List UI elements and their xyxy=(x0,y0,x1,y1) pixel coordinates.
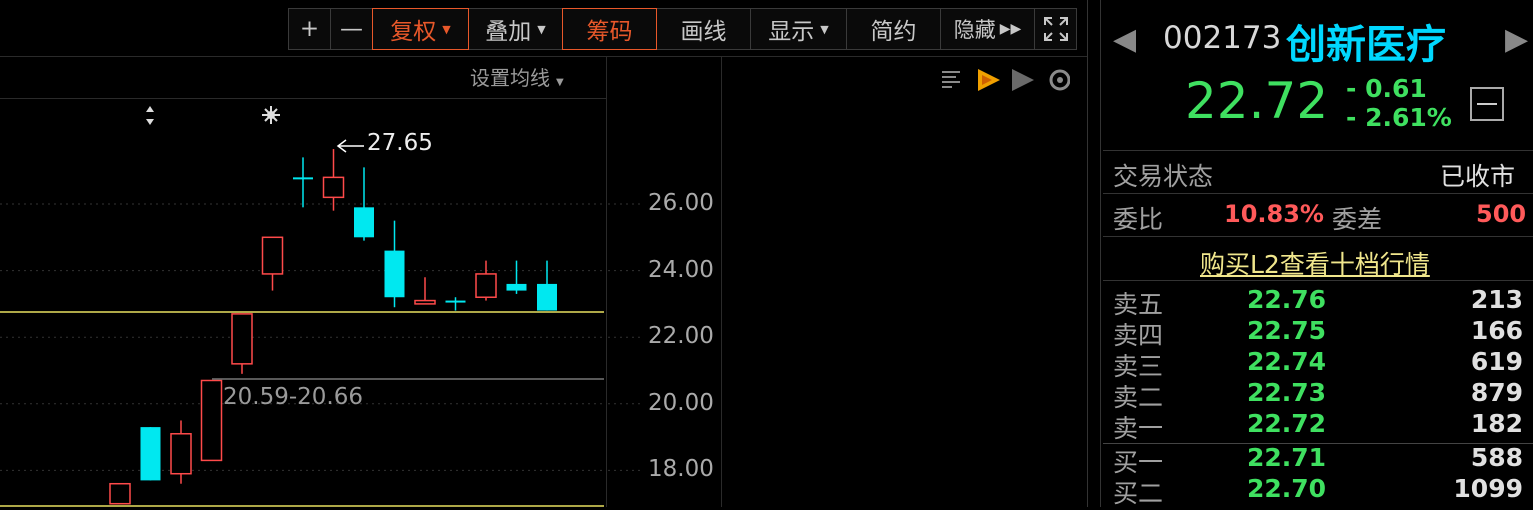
orderbook-price: 22.70 xyxy=(1247,474,1327,503)
fullscreen-button[interactable] xyxy=(1034,8,1077,50)
list-icon xyxy=(942,71,960,88)
l2-purchase-link[interactable]: 购买L2查看十档行情 xyxy=(1200,245,1430,281)
y-tick-label: 18.00 xyxy=(648,456,714,482)
fuquan-dropdown[interactable]: 复权 ▼ xyxy=(372,8,469,50)
sun-marker-icon xyxy=(262,106,280,124)
candles xyxy=(109,149,557,505)
chouma-button[interactable]: 筹码 xyxy=(562,8,657,50)
weibi-value: 10.83% xyxy=(1224,200,1324,228)
chevron-left-icon: ◀ xyxy=(1113,22,1137,57)
settings-gear-icon xyxy=(1049,69,1071,91)
double-right-icon: ▶▶ xyxy=(999,21,1022,37)
candle-body xyxy=(200,379,223,462)
chip-range-annotation: 20.59-20.66 xyxy=(223,384,363,410)
caret-down-icon: ▼ xyxy=(442,22,451,36)
jianyue-button[interactable]: 简约 xyxy=(846,8,941,50)
y-tick-label: 26.00 xyxy=(648,190,714,216)
orderbook-price: 22.76 xyxy=(1247,285,1327,314)
orderbook-level: 卖一 xyxy=(1113,414,1164,443)
orderbook-volume: 588 xyxy=(1470,443,1523,472)
orderbook-volume: 166 xyxy=(1470,316,1523,345)
chouma-label: 筹码 xyxy=(586,19,633,45)
orderbook-price: 22.72 xyxy=(1247,409,1327,438)
orderbook-row: 卖四 22.75 166 xyxy=(1113,316,1523,350)
candle-body xyxy=(170,433,192,475)
flag-orange-icon xyxy=(978,69,1000,91)
stock-code: 002173 xyxy=(1163,20,1282,56)
y-tick-label: 24.00 xyxy=(648,257,714,283)
prev-stock-button[interactable]: ◀ xyxy=(1113,22,1136,57)
candle-body xyxy=(109,482,131,505)
fuquan-label: 复权 xyxy=(390,19,437,45)
trade-status-label: 交易状态 xyxy=(1113,162,1214,191)
orderbook-price: 22.71 xyxy=(1247,443,1327,472)
chip-tools xyxy=(940,66,1071,94)
orderbook-volume: 213 xyxy=(1470,285,1523,314)
candle-body xyxy=(231,313,253,365)
y-tick-label: 22.00 xyxy=(648,323,714,349)
panel-divider xyxy=(1100,0,1101,507)
price-change: - 0.61 xyxy=(1346,74,1427,103)
bid-ask-divider xyxy=(1103,443,1533,444)
weibi-label: 委比 xyxy=(1113,205,1164,234)
orderbook-row: 买一 22.71 588 xyxy=(1113,443,1523,477)
stock-name: 创新医疗 xyxy=(1286,22,1446,68)
current-price: 22.72 xyxy=(1185,72,1329,130)
chip-tools-icons xyxy=(942,69,1071,91)
kline-chart[interactable] xyxy=(0,0,722,507)
orderbook-price: 22.74 xyxy=(1247,347,1327,376)
candle-body xyxy=(354,207,374,238)
candle-body xyxy=(322,176,345,199)
section-divider xyxy=(1103,193,1533,194)
weicha-label: 委差 xyxy=(1332,205,1383,234)
y-tick-label: 20.00 xyxy=(648,390,714,416)
candle-body xyxy=(537,283,557,311)
candle-body xyxy=(475,273,497,298)
trade-status-value: 已收市 xyxy=(1440,162,1516,191)
orderbook-row: 卖二 22.73 879 xyxy=(1113,378,1523,412)
candle-body xyxy=(414,299,436,305)
jianyue-label: 简约 xyxy=(870,19,917,45)
orderbook-volume: 182 xyxy=(1470,409,1523,438)
candle-body xyxy=(293,177,313,180)
orderbook-volume: 619 xyxy=(1470,347,1523,376)
next-stock-button[interactable]: ▶ xyxy=(1505,22,1528,57)
orderbook-price: 22.75 xyxy=(1247,316,1327,345)
orderbook-row: 买二 22.70 1099 xyxy=(1113,474,1523,508)
candle-body xyxy=(506,283,527,291)
high-arrow-icon xyxy=(336,139,364,153)
orderbook-volume: 1099 xyxy=(1453,474,1523,503)
panel-divider xyxy=(1087,0,1088,507)
orderbook-row: 卖五 22.76 213 xyxy=(1113,285,1523,319)
section-divider xyxy=(1103,150,1533,151)
grid-lines xyxy=(0,203,640,471)
section-divider xyxy=(1103,280,1533,281)
yincang-button[interactable]: 隐藏 ▶▶ xyxy=(940,8,1035,50)
xianshi-dropdown[interactable]: 显示 ▼ xyxy=(750,8,847,50)
orderbook-volume: 879 xyxy=(1470,378,1523,407)
candle-body xyxy=(261,236,284,275)
high-price-annotation: 27.65 xyxy=(367,130,433,156)
candle-body xyxy=(445,300,466,303)
flag-gray-icon xyxy=(1012,69,1034,91)
xianshi-label: 显示 xyxy=(768,19,815,45)
section-divider xyxy=(1103,236,1533,237)
orderbook-row: 卖一 22.72 182 xyxy=(1113,409,1523,443)
orderbook-price: 22.73 xyxy=(1247,378,1327,407)
candle-body xyxy=(140,427,161,481)
orderbook-row: 卖三 22.74 619 xyxy=(1113,347,1523,381)
candle-body xyxy=(384,250,405,298)
chevron-right-icon: ▶ xyxy=(1505,22,1529,57)
weicha-value: 500 xyxy=(1476,200,1527,228)
collapse-button[interactable] xyxy=(1470,87,1504,121)
yincang-label: 隐藏 xyxy=(953,18,996,42)
caret-down-icon: ▼ xyxy=(820,22,829,36)
expand-icon xyxy=(1043,17,1068,41)
minus-icon xyxy=(1477,103,1497,105)
orderbook-level: 买二 xyxy=(1113,479,1164,508)
marker-arrows-icon xyxy=(146,106,154,125)
price-change-pct: - 2.61% xyxy=(1346,103,1452,132)
